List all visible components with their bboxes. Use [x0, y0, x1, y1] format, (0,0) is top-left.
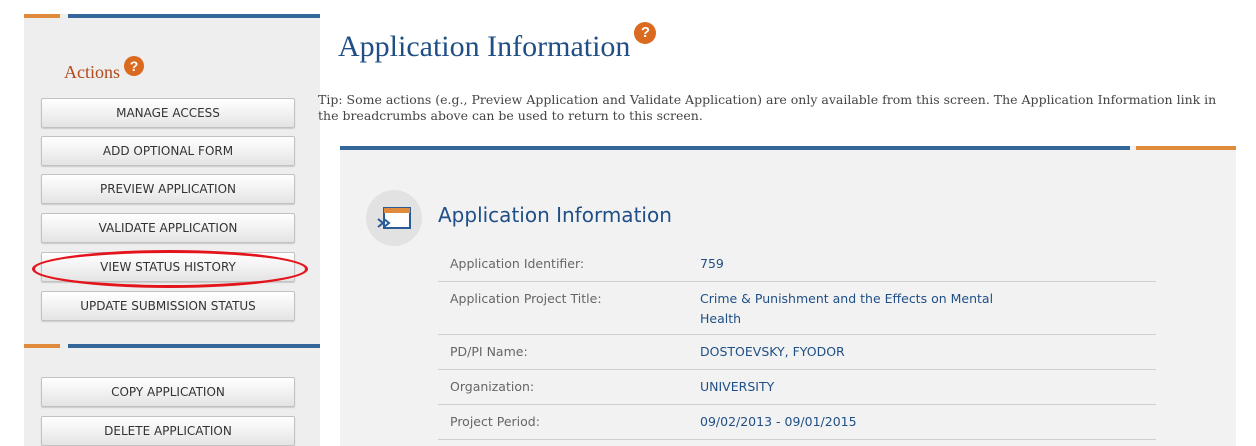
application-info-table: Application Identifier: 759 Application … — [438, 247, 1156, 440]
divider-orange-segment — [24, 14, 60, 18]
preview-application-button[interactable]: PREVIEW APPLICATION — [41, 174, 295, 204]
delete-application-button[interactable]: DELETE APPLICATION — [41, 416, 295, 446]
info-value: UNIVERSITY — [700, 379, 775, 394]
validate-application-button[interactable]: VALIDATE APPLICATION — [41, 213, 295, 243]
sidebar-middle-divider — [24, 344, 320, 348]
help-icon[interactable]: ? — [124, 56, 144, 76]
actions-heading: Actions? — [64, 56, 144, 83]
view-status-history-button[interactable]: VIEW STATUS HISTORY — [41, 252, 295, 282]
actions-sidebar: Actions? MANAGE ACCESS ADD OPTIONAL FORM… — [24, 14, 320, 446]
info-label: Project Period: — [450, 414, 540, 429]
info-row-project-title: Application Project Title: Crime & Punis… — [438, 282, 1156, 335]
page-title: Application Information? — [338, 22, 657, 64]
info-row-identifier: Application Identifier: 759 — [438, 247, 1156, 282]
panel-top-divider — [340, 146, 1236, 150]
application-window-icon — [366, 190, 422, 246]
divider-blue-segment — [68, 14, 320, 18]
tip-text: Tip: Some actions (e.g., Preview Applica… — [318, 92, 1217, 123]
info-row-pi-name: PD/PI Name: DOSTOEVSKY, FYODOR — [438, 335, 1156, 370]
info-label: Organization: — [450, 379, 535, 394]
divider-orange-segment — [24, 344, 60, 348]
section-title: Application Information — [438, 203, 672, 227]
info-value: 759 — [700, 256, 724, 271]
application-info-panel: Application Information Application Iden… — [340, 146, 1236, 446]
sidebar-top-divider — [24, 14, 320, 18]
page-title-label: Application Information — [338, 30, 631, 63]
copy-application-button[interactable]: COPY APPLICATION — [41, 377, 295, 407]
info-label: PD/PI Name: — [450, 344, 528, 359]
info-label: Application Project Title: — [450, 291, 602, 306]
info-label: Application Identifier: — [450, 256, 585, 271]
add-optional-form-button[interactable]: ADD OPTIONAL FORM — [41, 136, 295, 166]
info-value: Crime & Punishment and the Effects on Me… — [700, 291, 994, 326]
info-row-organization: Organization: UNIVERSITY — [438, 370, 1156, 405]
divider-blue-segment — [68, 344, 320, 348]
info-row-project-period: Project Period: 09/02/2013 - 09/01/2015 — [438, 405, 1156, 440]
info-value: 09/02/2013 - 09/01/2015 — [700, 414, 857, 429]
manage-access-button[interactable]: MANAGE ACCESS — [41, 98, 295, 128]
help-icon[interactable]: ? — [634, 22, 657, 44]
info-value: DOSTOEVSKY, FYODOR — [700, 344, 845, 359]
divider-orange-segment — [1136, 146, 1236, 150]
actions-heading-label: Actions — [64, 62, 120, 82]
divider-blue-segment — [340, 146, 1130, 150]
update-submission-status-button[interactable]: UPDATE SUBMISSION STATUS — [41, 291, 295, 321]
